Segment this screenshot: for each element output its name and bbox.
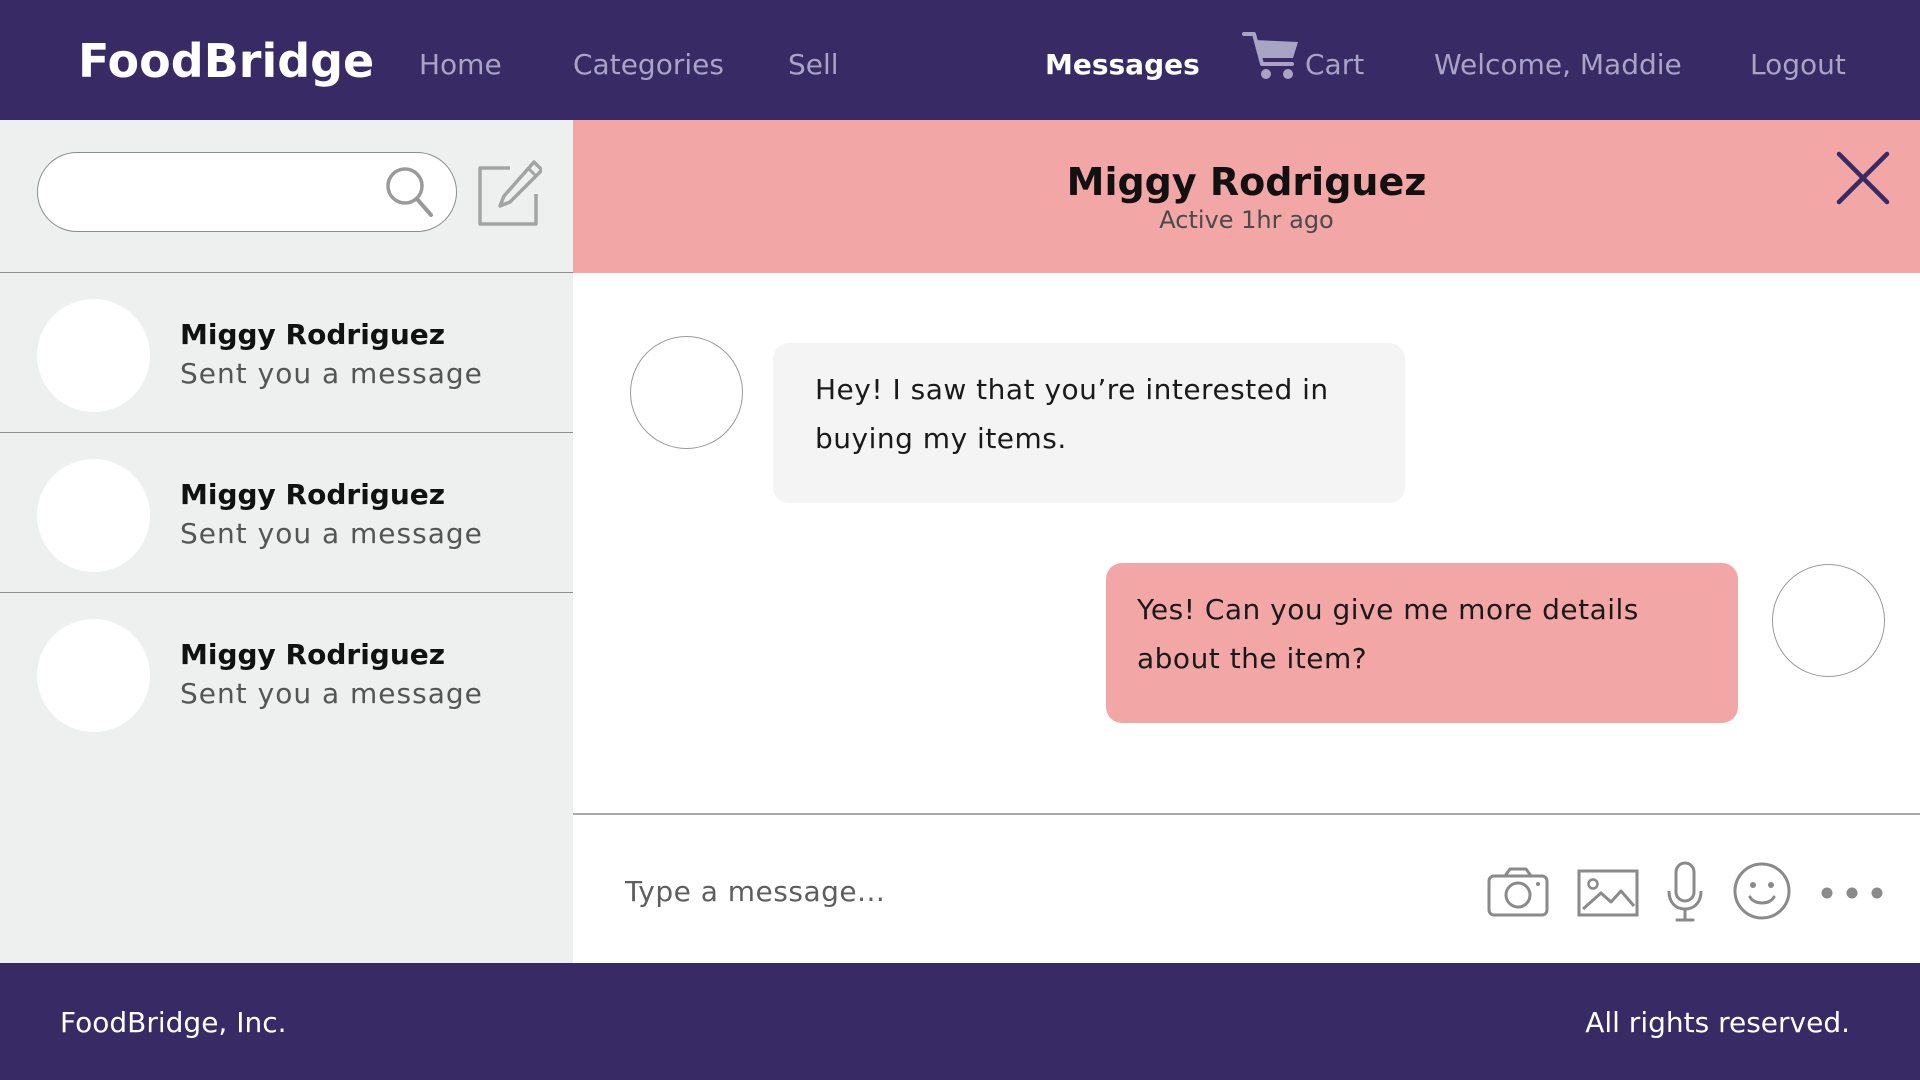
message-line: about the item?	[1137, 642, 1368, 675]
conversation-preview: Sent you a message	[180, 517, 483, 550]
conversation-name: Miggy Rodriguez	[180, 478, 446, 511]
nav-categories-link[interactable]: Categories	[573, 48, 724, 81]
close-icon[interactable]	[1835, 150, 1891, 206]
chat-header: Miggy Rodriguez Active 1hr ago	[573, 120, 1920, 273]
conversation-name: Miggy Rodriguez	[180, 318, 446, 351]
conversation-item[interactable]: Miggy Rodriguez Sent you a message	[0, 273, 573, 433]
footer-rights: All rights reserved.	[1585, 1006, 1850, 1039]
message-input[interactable]	[625, 869, 1425, 913]
message-line: Hey! I saw that you’re interested in	[815, 373, 1329, 406]
conversation-name: Miggy Rodriguez	[180, 638, 446, 671]
emoji-icon[interactable]	[1732, 861, 1792, 925]
shopping-cart-icon[interactable]	[1242, 30, 1302, 82]
conversation-sidebar: Miggy Rodriguez Sent you a message Miggy…	[0, 120, 573, 963]
avatar	[37, 299, 150, 412]
top-nav-bar: FoodBridge Home Categories Sell Messages…	[0, 0, 1920, 120]
search-icon[interactable]	[384, 165, 436, 221]
avatar	[37, 619, 150, 732]
more-icon[interactable]	[1820, 885, 1884, 904]
message-composer	[573, 813, 1920, 963]
user-avatar	[1772, 564, 1885, 677]
conversation-item[interactable]: Miggy Rodriguez Sent you a message	[0, 433, 573, 593]
sender-avatar	[630, 336, 743, 449]
avatar	[37, 459, 150, 572]
footer-company: FoodBridge, Inc.	[60, 1006, 287, 1039]
chat-contact-name: Miggy Rodriguez	[1066, 160, 1427, 204]
search-input-wrapper[interactable]	[37, 152, 457, 232]
microphone-icon[interactable]	[1666, 861, 1704, 927]
message-line: buying my items.	[815, 422, 1067, 455]
compose-icon[interactable]	[474, 160, 544, 228]
nav-messages-link[interactable]: Messages	[1045, 48, 1200, 81]
nav-home-link[interactable]: Home	[419, 48, 502, 81]
footer: FoodBridge, Inc. All rights reserved.	[0, 963, 1920, 1080]
conversation-item[interactable]: Miggy Rodriguez Sent you a message	[0, 593, 573, 753]
nav-cart-link[interactable]: Cart	[1305, 48, 1364, 81]
chat-status: Active 1hr ago	[1159, 206, 1334, 234]
nav-logout-link[interactable]: Logout	[1750, 48, 1846, 81]
nav-sell-link[interactable]: Sell	[788, 48, 839, 81]
conversation-preview: Sent you a message	[180, 677, 483, 710]
incoming-message-bubble: Hey! I saw that you’re interested in buy…	[773, 343, 1405, 503]
welcome-text: Welcome, Maddie	[1434, 48, 1682, 81]
conversation-preview: Sent you a message	[180, 357, 483, 390]
outgoing-message-bubble: Yes! Can you give me more details about …	[1106, 563, 1738, 723]
camera-icon[interactable]	[1487, 867, 1549, 921]
image-icon[interactable]	[1577, 869, 1639, 921]
message-line: Yes! Can you give me more details	[1137, 593, 1639, 626]
sidebar-search-row	[0, 120, 573, 273]
search-input[interactable]	[62, 171, 372, 215]
brand-logo[interactable]: FoodBridge	[78, 34, 374, 88]
